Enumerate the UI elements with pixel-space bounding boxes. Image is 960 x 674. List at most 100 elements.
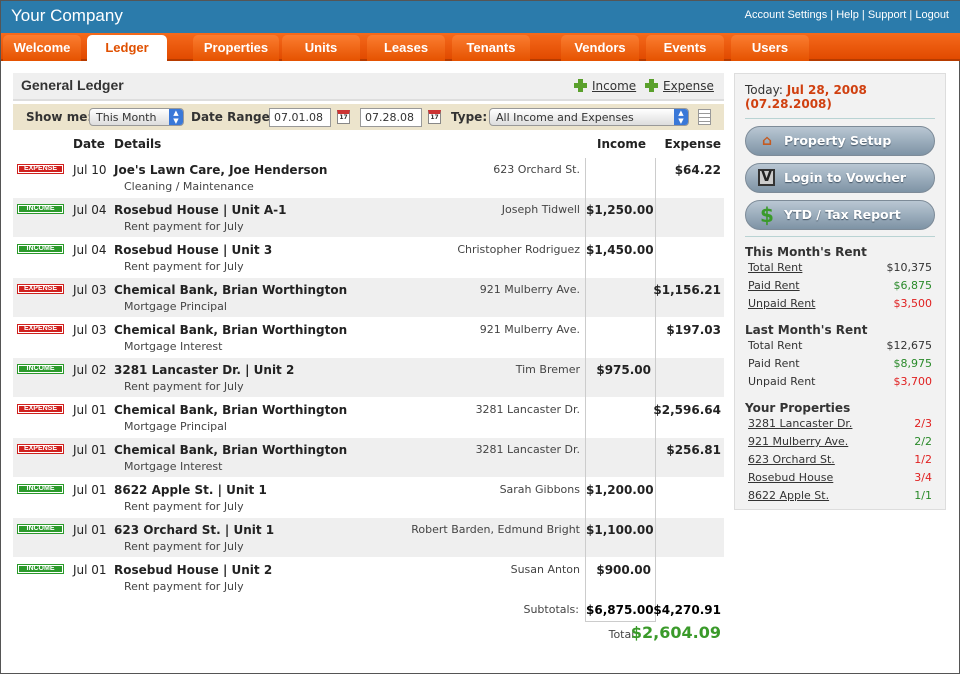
row-expense: $64.22 (674, 163, 721, 177)
col-details: Details (114, 137, 162, 151)
spreadsheet-export-icon[interactable] (698, 109, 711, 125)
stat-label: Unpaid Rent (748, 375, 816, 388)
row-title: Chemical Bank, Brian Worthington (114, 323, 348, 337)
table-row[interactable]: INCOME Jul 01 623 Orchard St. | Unit 1 R… (13, 518, 724, 558)
show-me-select[interactable]: This Month ▲ ▼ (89, 108, 184, 126)
row-party: Christopher Rodriguez (457, 243, 580, 256)
tab-welcome[interactable]: Welcome (3, 35, 81, 61)
row-date: Jul 03 (73, 323, 107, 337)
row-title: Chemical Bank, Brian Worthington (114, 283, 348, 297)
date-range-label: Date Range: (191, 110, 275, 124)
row-date: Jul 01 (73, 443, 107, 457)
expense-badge: EXPENSE (17, 284, 64, 294)
row-date: Jul 01 (73, 563, 107, 577)
expense-badge: EXPENSE (17, 404, 64, 414)
sidebar-link[interactable]: 8622 Apple St. (748, 487, 829, 505)
tab-units[interactable]: Units (282, 35, 360, 61)
row-subtitle: Rent payment for July (124, 380, 244, 393)
help-link[interactable]: Help (836, 9, 859, 21)
account-links: Account Settings | Help | Support | Logo… (744, 9, 949, 21)
stat-value: $3,500 (893, 297, 933, 310)
sidebar-link[interactable]: Paid Rent (748, 277, 800, 295)
tab-users[interactable]: Users (731, 35, 809, 61)
account-settings-link[interactable]: Account Settings (745, 9, 828, 21)
sidebar-link[interactable]: Total Rent (748, 259, 802, 277)
row-subtitle: Mortgage Principal (124, 420, 227, 433)
tab-tenants[interactable]: Tenants (452, 35, 530, 61)
calendar-icon[interactable]: 17 (337, 110, 350, 124)
company-name: Your Company (11, 6, 123, 25)
tab-vendors[interactable]: Vendors (561, 35, 639, 61)
table-row[interactable]: INCOME Jul 04 Rosebud House | Unit A-1 R… (13, 198, 724, 238)
table-row[interactable]: INCOME Jul 01 Rosebud House | Unit 2 Ren… (13, 558, 724, 598)
date-from-input[interactable]: 07.01.08 (269, 108, 331, 127)
table-row[interactable]: INCOME Jul 04 Rosebud House | Unit 3 Ren… (13, 238, 724, 278)
row-date: Jul 04 (73, 243, 107, 257)
row-income (585, 398, 656, 438)
page-title: General Ledger (21, 77, 124, 93)
income-badge: INCOME (17, 364, 64, 374)
table-row[interactable]: INCOME Jul 02 3281 Lancaster Dr. | Unit … (13, 358, 724, 398)
row-date: Jul 03 (73, 283, 107, 297)
sidebar-stat: Total Rent $10,375 (745, 259, 935, 277)
calendar-icon[interactable]: 17 (428, 110, 441, 124)
your-properties-heading: Your Properties (745, 401, 851, 415)
subtotals-row: Subtotals: $6,875.00 $4,270.91 (13, 598, 724, 622)
row-subtitle: Mortgage Interest (124, 460, 223, 473)
income-badge: INCOME (17, 204, 64, 214)
general-ledger-panel: General Ledger Income Expense Show me: T… (13, 73, 724, 646)
row-subtitle: Rent payment for July (124, 260, 244, 273)
stat-value: $3,700 (893, 375, 933, 388)
add-expense-label: Expense (663, 79, 714, 93)
row-subtitle: Rent payment for July (124, 580, 244, 593)
sidebar-link[interactable]: 3281 Lancaster Dr. (748, 415, 852, 433)
table-row[interactable]: EXPENSE Jul 01 Chemical Bank, Brian Wort… (13, 438, 724, 478)
row-date: Jul 02 (73, 363, 107, 377)
row-date: Jul 10 (73, 163, 107, 177)
tab-properties[interactable]: Properties (193, 35, 279, 61)
sidebar-link[interactable]: 623 Orchard St. (748, 451, 835, 469)
table-row[interactable]: INCOME Jul 01 8622 Apple St. | Unit 1 Re… (13, 478, 724, 518)
logout-link[interactable]: Logout (915, 9, 949, 21)
dollar-icon: $ (760, 203, 774, 227)
col-date: Date (73, 137, 105, 151)
type-select[interactable]: All Income and Expenses ▲ ▼ (489, 108, 689, 126)
table-row[interactable]: EXPENSE Jul 01 Chemical Bank, Brian Wort… (13, 398, 724, 438)
table-row[interactable]: EXPENSE Jul 03 Chemical Bank, Brian Wort… (13, 278, 724, 318)
property-setup-wizard-button[interactable]: ⌂Property Setup Wizard (745, 126, 935, 176)
login-to-vowcher-button[interactable]: V Login to Vowcher (745, 163, 935, 193)
tab-events[interactable]: Events (646, 35, 724, 61)
row-party: 921 Mulberry Ave. (479, 323, 580, 336)
row-subtitle: Cleaning / Maintenance (124, 180, 254, 193)
ytd-tax-report-button[interactable]: $ YTD / Tax Report (745, 200, 935, 230)
add-expense-link[interactable]: Expense (645, 79, 714, 93)
row-title: Rosebud House | Unit 2 (114, 563, 273, 577)
row-title: Joe's Lawn Care, Joe Henderson (114, 163, 328, 177)
income-badge: INCOME (17, 484, 64, 494)
tab-ledger[interactable]: Ledger (87, 35, 167, 63)
divider (745, 236, 935, 237)
sidebar-link[interactable]: 921 Mulberry Ave. (748, 433, 848, 451)
row-income (585, 438, 656, 478)
add-income-link[interactable]: Income (574, 79, 636, 93)
table-row[interactable]: EXPENSE Jul 10 Joe's Lawn Care, Joe Hend… (13, 158, 724, 198)
row-date: Jul 01 (73, 403, 107, 417)
expense-badge: EXPENSE (17, 164, 64, 174)
stat-value: 2/2 (914, 435, 932, 448)
row-income: $975.00 (585, 358, 656, 398)
support-link[interactable]: Support (868, 9, 907, 21)
row-party: 3281 Lancaster Dr. (475, 443, 580, 456)
row-party: Robert Barden, Edmund Bright (411, 523, 580, 536)
total-value: $2,604.09 (630, 623, 721, 642)
sidebar-link[interactable]: Rosebud House (748, 469, 833, 487)
row-party: 3281 Lancaster Dr. (475, 403, 580, 416)
row-income (585, 318, 656, 358)
date-to-input[interactable]: 07.28.08 (360, 108, 422, 127)
stat-value: 1/2 (914, 453, 932, 466)
table-row[interactable]: EXPENSE Jul 03 Chemical Bank, Brian Wort… (13, 318, 724, 358)
tab-leases[interactable]: Leases (367, 35, 445, 61)
sidebar-link[interactable]: Unpaid Rent (748, 295, 815, 313)
row-income: $1,450.00 (585, 238, 656, 278)
ledger-rows: EXPENSE Jul 10 Joe's Lawn Care, Joe Hend… (13, 158, 724, 598)
stat-value: $6,875 (893, 279, 933, 292)
